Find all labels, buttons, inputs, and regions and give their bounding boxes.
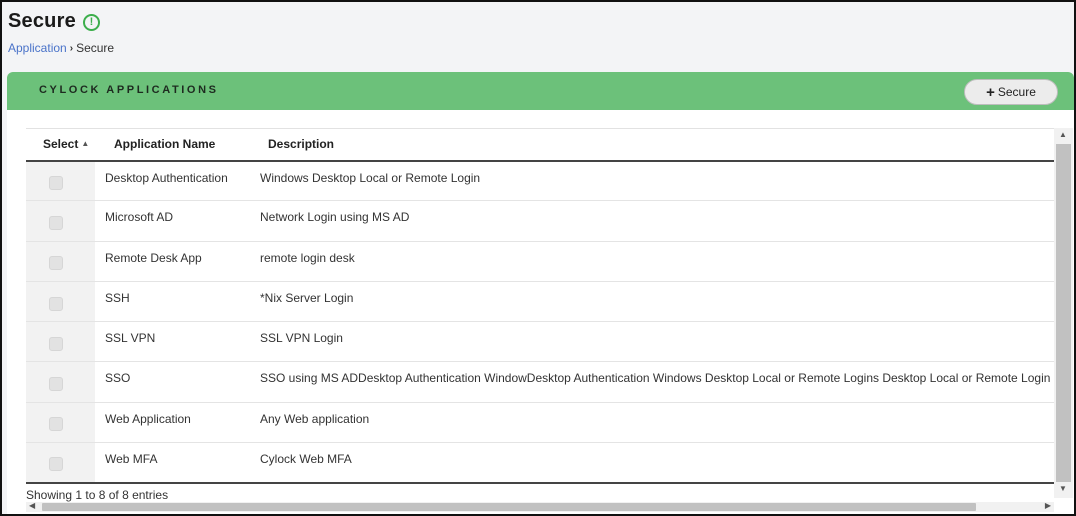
application-name-cell: Remote Desk App bbox=[105, 250, 202, 265]
column-header-application-name[interactable]: Application Name bbox=[95, 128, 250, 162]
description-cell: Cylock Web MFA bbox=[260, 452, 352, 467]
description-cell: Windows Desktop Local or Remote Login bbox=[260, 170, 481, 185]
table-row[interactable]: SSO SSO using MS ADDesktop Authenticatio… bbox=[26, 361, 1054, 403]
row-checkbox[interactable] bbox=[49, 377, 63, 392]
secure-button-label: Secure bbox=[997, 85, 1036, 99]
vertical-scroll-thumb[interactable] bbox=[1056, 144, 1071, 482]
add-secure-button[interactable]: + Secure bbox=[964, 79, 1058, 105]
breadcrumb: Application › Secure bbox=[8, 41, 114, 55]
info-circle-icon[interactable]: ! bbox=[82, 14, 100, 31]
row-checkbox[interactable] bbox=[49, 256, 63, 271]
description-cell: remote login desk bbox=[260, 250, 355, 265]
scroll-right-icon[interactable]: ▶ bbox=[1045, 501, 1051, 510]
table-row[interactable]: SSH *Nix Server Login bbox=[26, 281, 1054, 322]
page-title-row: Secure ! bbox=[8, 10, 114, 33]
breadcrumb-current: Secure bbox=[76, 41, 115, 55]
row-checkbox[interactable] bbox=[49, 417, 63, 432]
column-header-select[interactable]: Select ▲ bbox=[26, 128, 95, 162]
panel-header-bar: CYLOCK APPLICATIONS + Secure bbox=[7, 72, 1074, 110]
description-cell: SSO using MS ADDesktop Authentication Wi… bbox=[260, 371, 1051, 386]
sort-ascending-icon[interactable]: ▲ bbox=[81, 139, 89, 148]
app-window: Secure ! Application › Secure CYLOCK APP… bbox=[0, 0, 1076, 516]
row-checkbox[interactable] bbox=[49, 457, 63, 472]
table-row[interactable]: Microsoft AD Network Login using MS AD bbox=[26, 200, 1054, 242]
row-checkbox[interactable] bbox=[49, 175, 63, 190]
breadcrumb-link-application[interactable]: Application bbox=[8, 41, 67, 55]
row-checkbox[interactable] bbox=[49, 336, 63, 351]
applications-panel: CYLOCK APPLICATIONS + Secure Select ▲ App… bbox=[7, 72, 1074, 514]
table-row[interactable]: Remote Desk App remote login desk bbox=[26, 241, 1054, 282]
description-cell: *Nix Server Login bbox=[260, 290, 354, 305]
chevron-right-icon: › bbox=[69, 42, 74, 54]
application-name-cell: Web MFA bbox=[105, 452, 158, 467]
page-title: Secure bbox=[8, 10, 76, 32]
applications-table: Select ▲ Application Name Description Des… bbox=[26, 128, 1054, 484]
table-container: Select ▲ Application Name Description Des… bbox=[26, 128, 1073, 512]
column-header-description[interactable]: Description bbox=[250, 128, 1054, 162]
table-info: Showing 1 to 8 of 8 entries bbox=[26, 488, 169, 502]
scroll-up-icon[interactable]: ▲ bbox=[1059, 130, 1067, 139]
table-row[interactable]: SSL VPN SSL VPN Login bbox=[26, 321, 1054, 362]
table-header-row: Select ▲ Application Name Description bbox=[26, 128, 1054, 162]
application-name-cell: SSL VPN bbox=[105, 331, 156, 346]
scroll-down-icon[interactable]: ▼ bbox=[1059, 484, 1067, 493]
description-cell: Network Login using MS AD bbox=[260, 210, 410, 225]
panel-title: CYLOCK APPLICATIONS bbox=[39, 84, 219, 96]
table-row[interactable]: Desktop Authentication Windows Desktop L… bbox=[26, 160, 1054, 201]
application-name-cell: SSH bbox=[105, 290, 130, 305]
application-name-cell: SSO bbox=[105, 371, 131, 386]
column-header-select-label: Select bbox=[43, 137, 79, 152]
application-name-cell: Microsoft AD bbox=[105, 210, 174, 225]
description-cell: SSL VPN Login bbox=[260, 331, 343, 346]
vertical-scrollbar[interactable]: ▲ ▼ bbox=[1054, 128, 1073, 498]
application-name-cell: Desktop Authentication bbox=[105, 170, 228, 185]
row-checkbox[interactable] bbox=[49, 296, 63, 311]
row-checkbox[interactable] bbox=[49, 215, 63, 230]
table-row[interactable]: Web MFA Cylock Web MFA bbox=[26, 442, 1054, 483]
scroll-left-icon[interactable]: ◀ bbox=[29, 501, 35, 510]
plus-icon: + bbox=[986, 83, 995, 101]
description-cell: Any Web application bbox=[260, 411, 370, 426]
horizontal-scrollbar[interactable]: ◀ ▶ bbox=[26, 501, 1054, 512]
horizontal-scroll-thumb[interactable] bbox=[42, 503, 976, 511]
application-name-cell: Web Application bbox=[105, 411, 191, 426]
page-header: Secure ! Application › Secure bbox=[8, 10, 114, 70]
table-row[interactable]: Web Application Any Web application bbox=[26, 402, 1054, 443]
